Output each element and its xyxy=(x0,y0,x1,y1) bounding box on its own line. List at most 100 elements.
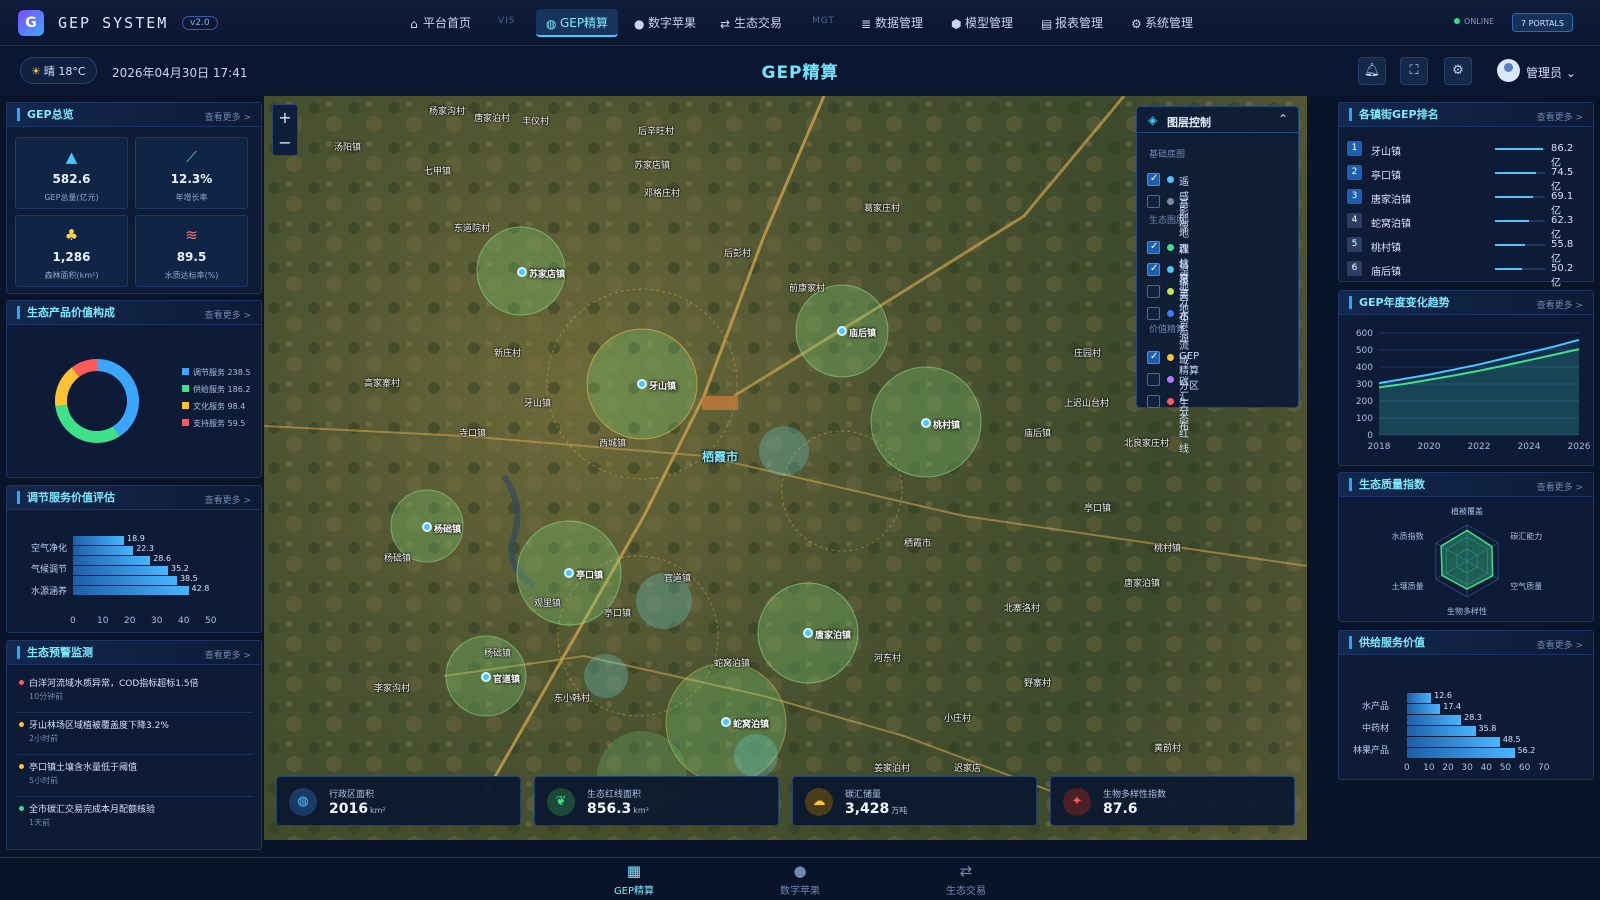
view-more-link[interactable]: 查看更多 > xyxy=(205,308,251,321)
map-place-label: 杨础镇 xyxy=(384,554,412,564)
town-label[interactable]: 桃村镇 xyxy=(933,418,960,431)
layer-color-dot xyxy=(1167,266,1174,273)
collapse-chevron-icon[interactable]: ⌃ xyxy=(1278,112,1288,126)
fullscreen-button[interactable]: ⛶ xyxy=(1400,57,1428,85)
view-more-link[interactable]: 查看更多 > xyxy=(205,493,251,506)
nav-home[interactable]: ⌂ 平台首页 xyxy=(404,9,476,37)
rank-number: 4 xyxy=(1347,213,1362,228)
nav-gep[interactable]: ◍ GEP精算 xyxy=(536,9,618,37)
city-label[interactable]: 栖霞市 xyxy=(702,448,738,465)
map-pin[interactable] xyxy=(517,267,527,277)
map-place-label: 杨础镇 xyxy=(484,649,512,659)
app-logo[interactable]: G xyxy=(18,10,44,36)
map-pin[interactable] xyxy=(481,672,491,682)
value-composition-panel: 生态产品价值构成 查看更多 > 调节服务 238.5 供给服务 186.2 文化… xyxy=(6,300,262,478)
bar[interactable] xyxy=(73,566,169,575)
layer-checkbox[interactable] xyxy=(1147,307,1160,320)
map-pin[interactable] xyxy=(422,522,432,532)
alert-item[interactable]: 亭口镇土壤含水量低于阈值 5小时前 xyxy=(17,757,253,797)
bar[interactable] xyxy=(1407,704,1441,714)
ranking-row[interactable]: 1 牙山镇 86.2亿 xyxy=(1347,141,1579,169)
x-tick-label: 2024 xyxy=(1518,442,1541,452)
view-more-link[interactable]: 查看更多 > xyxy=(205,110,251,123)
zoom-out-button[interactable]: − xyxy=(273,130,297,155)
zoom-in-button[interactable]: + xyxy=(273,105,297,130)
layer-checkbox[interactable] xyxy=(1147,351,1160,364)
bar[interactable] xyxy=(1407,748,1515,758)
avatar[interactable] xyxy=(1497,59,1520,82)
bar[interactable] xyxy=(73,586,189,595)
mountain-icon: ▲ xyxy=(65,148,78,166)
map-place-label: 蛇窝泊镇 xyxy=(714,659,751,669)
alert-item[interactable]: 全市碳汇交易完成本月配额核验 1天前 xyxy=(17,799,253,839)
town-label[interactable]: 杨础镇 xyxy=(434,522,461,535)
ranking-row[interactable]: 4 蛇窝泊镇 62.3亿 xyxy=(1347,213,1579,241)
layer-checkbox[interactable] xyxy=(1147,173,1160,186)
layer-checkbox[interactable] xyxy=(1147,285,1160,298)
bar[interactable] xyxy=(73,556,151,565)
layer-checkbox[interactable] xyxy=(1147,395,1160,408)
view-more-link[interactable]: 查看更多 > xyxy=(1537,298,1583,311)
bottom-tab-gep[interactable]: ▦ GEP精算 xyxy=(594,862,674,897)
radar-series[interactable] xyxy=(1440,529,1494,590)
town-label[interactable]: 庙后镇 xyxy=(849,326,876,339)
map-pin[interactable] xyxy=(637,379,647,389)
map-pin[interactable] xyxy=(921,418,931,428)
bar-category-label: 中药材 xyxy=(1361,724,1389,734)
town-label[interactable]: 亭口镇 xyxy=(576,568,603,581)
town-label[interactable]: 蛇窝泊镇 xyxy=(733,717,769,730)
user-menu[interactable]: 管理员 ⌄ xyxy=(1526,64,1576,81)
map-pin[interactable] xyxy=(803,628,813,638)
view-more-link[interactable]: 查看更多 > xyxy=(1537,110,1583,123)
satellite-map[interactable]: + − 杨家沟村 丰仪村 后辛旺村 汤阳镇 苏家店镇 七甲镇 东道院村 邓格庄村 葛家庄村 牙山镇… xyxy=(264,96,1307,840)
nav-digital-apple[interactable]: ● 数字苹果 xyxy=(628,9,702,37)
alert-item[interactable]: 白洋河流域水质异常，COD指标超标1.5倍 10分钟前 xyxy=(17,673,253,713)
apple-icon: ● xyxy=(793,862,807,880)
nav-system-management[interactable]: ⚙ 系统管理 xyxy=(1122,9,1202,37)
portals-badge[interactable]: 7 PORTALS xyxy=(1512,13,1574,32)
donut-slice[interactable] xyxy=(55,367,80,407)
layer-checkbox[interactable] xyxy=(1147,263,1160,276)
alert-item[interactable]: 牙山林场区域植被覆盖度下降3.2% 2小时前 xyxy=(17,715,253,755)
x-tick-label: 0 xyxy=(1404,763,1410,773)
ranking-row[interactable]: 2 亭口镇 74.5亿 xyxy=(1347,165,1579,193)
donut-slice[interactable] xyxy=(96,359,139,437)
bar[interactable] xyxy=(73,536,125,545)
town-label[interactable]: 苏家店镇 xyxy=(529,267,565,280)
layer-checkbox[interactable] xyxy=(1147,195,1160,208)
bottom-tab-apple[interactable]: ● 数字苹果 xyxy=(760,862,840,897)
notification-button[interactable]: 🔔︎ xyxy=(1358,57,1386,85)
panel-title: 生态产品价值构成 xyxy=(17,306,115,319)
view-more-link[interactable]: 查看更多 > xyxy=(1537,638,1583,651)
bar[interactable] xyxy=(1407,715,1462,725)
layer-checkbox[interactable] xyxy=(1147,241,1160,254)
map-place-label: 李家沟村 xyxy=(374,684,411,694)
bar[interactable] xyxy=(1407,726,1476,736)
nav-model-management[interactable]: ⬢ 模型管理 xyxy=(942,9,1022,37)
view-more-link[interactable]: 查看更多 > xyxy=(205,648,251,661)
ranking-row[interactable]: 6 庙后镇 50.2亿 xyxy=(1347,261,1579,289)
donut-slice[interactable] xyxy=(71,359,98,378)
bar[interactable] xyxy=(73,546,134,555)
layer-checkbox[interactable] xyxy=(1147,373,1160,386)
nav-data-management[interactable]: ≣ 数据管理 xyxy=(852,9,932,37)
bar[interactable] xyxy=(1407,737,1500,747)
view-more-link[interactable]: 查看更多 > xyxy=(1537,480,1583,493)
nav-report-management[interactable]: ▤ 报表管理 xyxy=(1032,9,1112,37)
area-fill xyxy=(1379,349,1579,435)
town-label[interactable]: 牙山镇 xyxy=(649,379,676,392)
bar[interactable] xyxy=(1407,693,1432,703)
settings-button[interactable]: ⚙ xyxy=(1444,57,1472,85)
x-tick-label: 20 xyxy=(1442,763,1454,773)
map-pin[interactable] xyxy=(721,717,731,727)
map-pin[interactable] xyxy=(837,326,847,336)
map-pin[interactable] xyxy=(564,568,574,578)
town-label[interactable]: 唐家泊镇 xyxy=(815,628,851,641)
bottom-tab-trade[interactable]: ⇄ 生态交易 xyxy=(926,862,1006,897)
donut-slice[interactable] xyxy=(55,404,120,443)
bar[interactable] xyxy=(73,576,177,585)
nav-eco-trade[interactable]: ⇄ 生态交易 xyxy=(714,9,788,37)
ranking-row[interactable]: 3 唐家泊镇 69.1亿 xyxy=(1347,189,1579,217)
ranking-row[interactable]: 5 桃村镇 55.8亿 xyxy=(1347,237,1579,265)
town-label[interactable]: 官道镇 xyxy=(493,672,520,685)
